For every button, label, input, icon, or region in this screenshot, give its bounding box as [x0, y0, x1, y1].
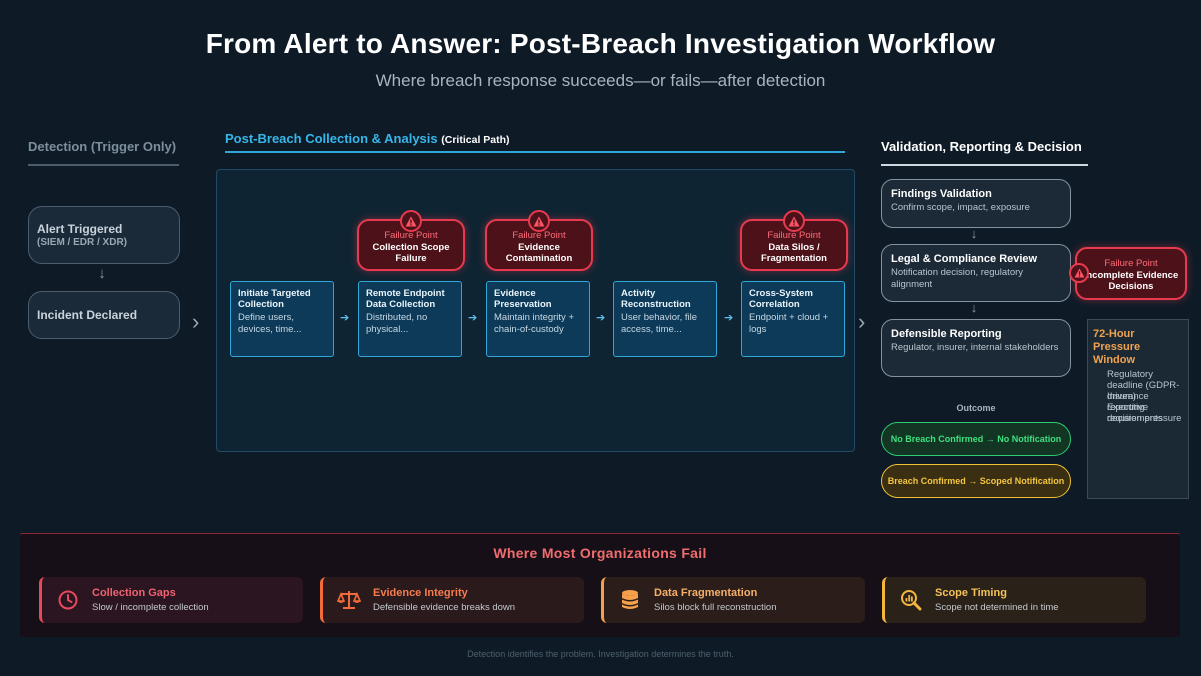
- section-divider: [225, 151, 845, 153]
- step-desc: Distributed, no physical...: [366, 312, 428, 335]
- step-title: Evidence Preservation: [494, 288, 552, 310]
- step-initiate-collection: Initiate Targeted Collection Define user…: [230, 281, 334, 357]
- validation-desc: Confirm scope, impact, exposure: [891, 202, 1030, 213]
- section-divider: [28, 164, 179, 166]
- alert-triggered-sub: (SIEM / EDR / XDR): [37, 237, 128, 248]
- arrow-right-icon: ➔: [468, 312, 478, 324]
- failure-label: Failure Point: [1104, 258, 1158, 269]
- card-data-fragmentation: Data Fragmentation Silos block full reco…: [601, 577, 865, 623]
- alert-triggered-node: Alert Triggered (SIEM / EDR / XDR): [28, 206, 180, 264]
- failure-title: Evidence Contamination: [505, 242, 573, 264]
- failure-title: Incomplete Evidence Decisions: [1083, 270, 1179, 292]
- findings-validation-node: Findings Validation Confirm scope, impac…: [881, 179, 1071, 228]
- card-desc: Silos block full reconstruction: [654, 602, 777, 613]
- step-remote-collection: Remote Endpoint Data Collection Distribu…: [358, 281, 462, 357]
- failure-title: Data Silos / Fragmentation: [761, 242, 827, 264]
- validation-title: Legal & Compliance Review: [891, 253, 1038, 265]
- footer-tagline: Detection identifies the problem. Invest…: [467, 649, 734, 659]
- section-title-validation: Validation, Reporting & Decision: [881, 139, 1082, 154]
- section-title-collection-wrap: Post-Breach Collection & Analysis (Criti…: [225, 131, 510, 146]
- arrow-right-icon: ➔: [596, 312, 606, 324]
- chevron-right-icon: ›: [192, 309, 200, 334]
- card-title: Collection Gaps: [92, 587, 176, 599]
- pressure-item: Executive decision pressure: [1107, 402, 1182, 424]
- legal-compliance-node: Legal & Compliance Review Notification d…: [881, 244, 1071, 302]
- step-desc: Define users, devices, time...: [238, 312, 302, 335]
- step-title: Cross-System Correlation: [749, 288, 813, 310]
- card-title: Scope Timing: [935, 587, 1007, 599]
- warning-icon: [1069, 263, 1089, 283]
- step-title: Remote Endpoint Data Collection: [366, 288, 445, 310]
- section-title-collection: Post-Breach Collection & Analysis: [225, 131, 438, 146]
- outcome-no-breach: No Breach Confirmed → No Notification: [881, 422, 1071, 456]
- chevron-right-icon: ›: [858, 309, 866, 334]
- section-note-collection: (Critical Path): [441, 134, 510, 146]
- card-evidence-integrity: Evidence Integrity Defensible evidence b…: [320, 577, 584, 623]
- page-title: From Alert to Answer: Post-Breach Invest…: [205, 28, 996, 59]
- failure-title: Collection Scope Failure: [372, 242, 450, 264]
- arrow-down-icon: ↓: [970, 226, 978, 241]
- failure-summary-heading: Where Most Organizations Fail: [493, 545, 707, 561]
- arrow-right-icon: ➔: [340, 312, 350, 324]
- validation-desc: Notification decision, regulatory alignm…: [891, 267, 1024, 290]
- step-evidence-preservation: Evidence Preservation Maintain integrity…: [486, 281, 590, 357]
- pressure-title: 72-Hour Pressure Window: [1093, 328, 1141, 366]
- card-scope-timing: Scope Timing Scope not determined in tim…: [882, 577, 1146, 623]
- card-desc: Slow / incomplete collection: [92, 602, 209, 613]
- validation-desc: Regulator, insurer, internal stakeholder…: [891, 342, 1059, 353]
- warning-icon: [528, 210, 550, 232]
- card-title: Evidence Integrity: [373, 587, 468, 599]
- step-cross-system-correlation: Cross-System Correlation Endpoint + clou…: [741, 281, 845, 357]
- pressure-window-panel: 72-Hour Pressure Window Regulatory deadl…: [1087, 319, 1189, 499]
- section-title-detection: Detection (Trigger Only): [28, 139, 177, 154]
- section-divider: [881, 164, 1088, 166]
- step-title: Initiate Targeted Collection: [238, 288, 311, 310]
- validation-title: Defensible Reporting: [891, 328, 1002, 340]
- arrow-right-icon: ➔: [724, 312, 734, 324]
- card-desc: Scope not determined in time: [935, 602, 1059, 613]
- page-subtitle: Where breach response succeeds—or fails—…: [375, 71, 826, 90]
- incident-declared-title: Incident Declared: [37, 308, 138, 322]
- step-desc: Maintain integrity + chain-of-custody: [494, 312, 574, 335]
- outcome-label: Outcome: [956, 403, 996, 413]
- card-collection-gaps: Collection Gaps Slow / incomplete collec…: [39, 577, 303, 623]
- defensible-reporting-node: Defensible Reporting Regulator, insurer,…: [881, 319, 1071, 377]
- scales-icon: [337, 588, 361, 612]
- database-icon: [618, 588, 642, 612]
- card-desc: Defensible evidence breaks down: [373, 602, 516, 613]
- failure-point-incomplete-evidence: Failure Point Incomplete Evidence Decisi…: [1075, 247, 1187, 300]
- alert-triggered-title: Alert Triggered: [37, 222, 123, 236]
- outcome-breach-confirmed: Breach Confirmed → Scoped Notification: [881, 464, 1071, 498]
- clock-icon: [56, 588, 80, 612]
- arrow-down-icon: ↓: [970, 300, 978, 315]
- incident-declared-node: Incident Declared: [28, 291, 180, 339]
- step-desc: User behavior, file access, time...: [621, 312, 698, 335]
- arrow-down-icon: ↓: [98, 265, 106, 282]
- magnifier-chart-icon: [899, 588, 923, 612]
- warning-icon: [783, 210, 805, 232]
- step-desc: Endpoint + cloud + logs: [749, 312, 829, 335]
- warning-icon: [400, 210, 422, 232]
- step-title: Activity Reconstruction: [621, 288, 691, 310]
- card-title: Data Fragmentation: [654, 587, 758, 599]
- validation-title: Findings Validation: [891, 188, 992, 200]
- step-activity-reconstruction: Activity Reconstruction User behavior, f…: [613, 281, 717, 357]
